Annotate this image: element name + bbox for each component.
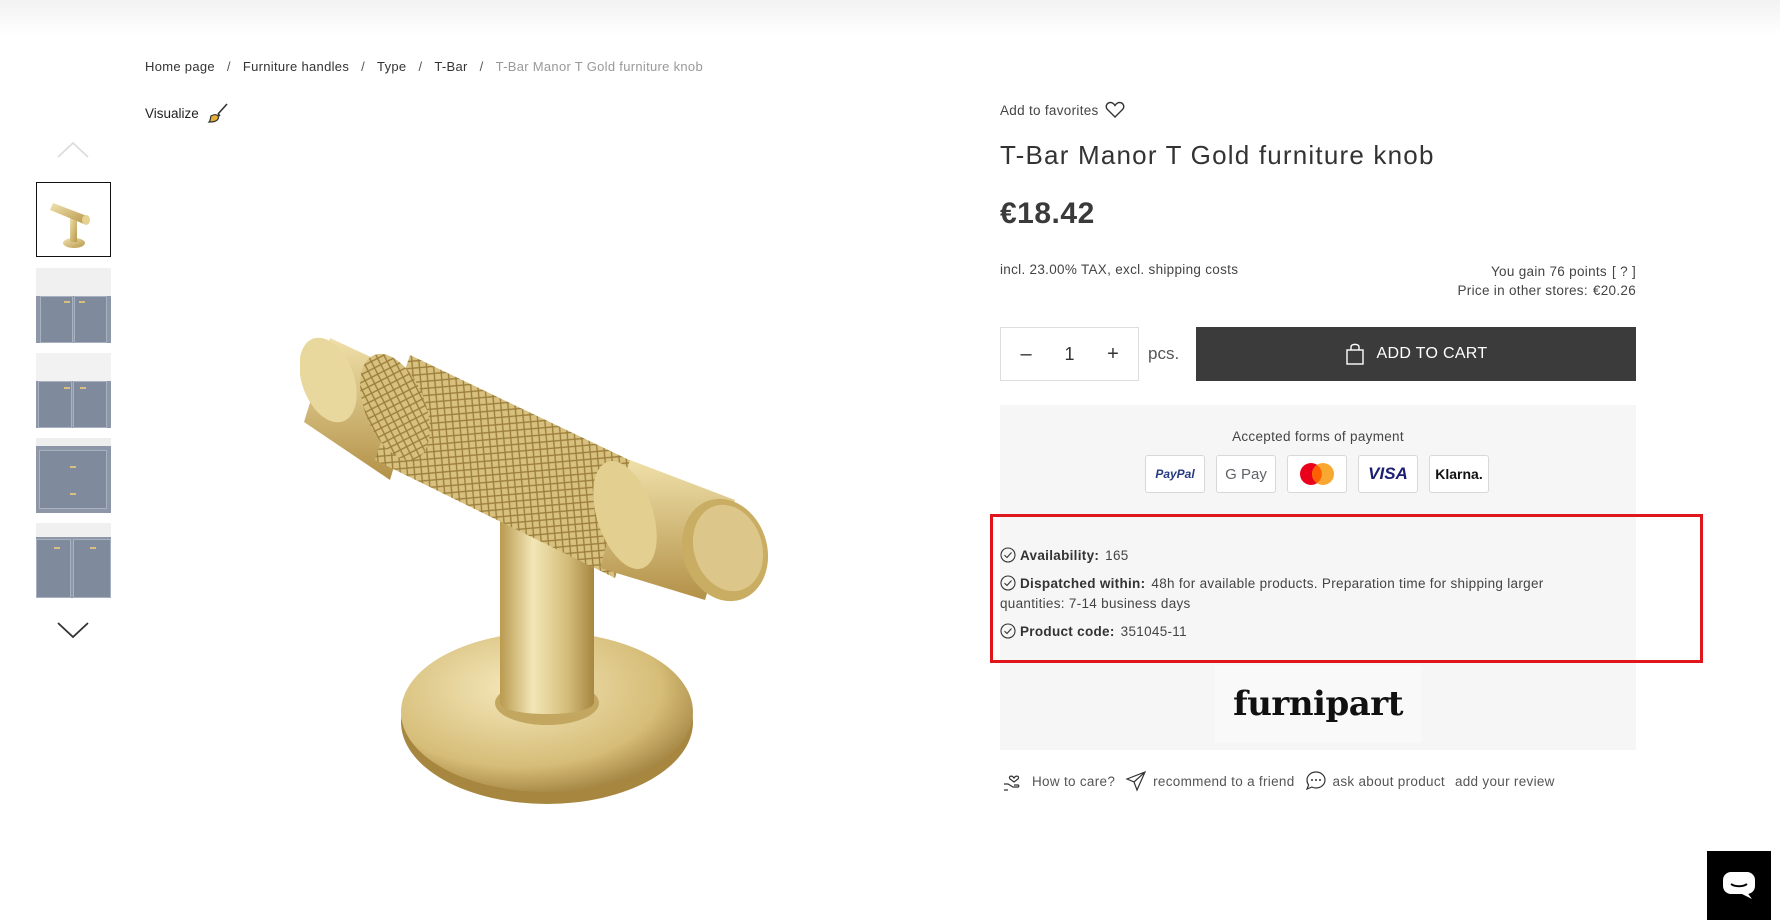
- thumbnail-cabinet-drawer[interactable]: [36, 523, 111, 598]
- dispatch-value-continued: quantities: 7-14 business days: [1000, 596, 1191, 611]
- paper-plane-icon: [1125, 770, 1147, 792]
- paint-brush-icon: [207, 103, 228, 123]
- check-circle-icon: [1000, 575, 1016, 591]
- chevron-down-icon[interactable]: [56, 620, 90, 640]
- product-info-highlight: Availability: 165 Dispatched within: 48h f…: [990, 514, 1703, 663]
- add-to-cart-button[interactable]: ADD TO CART: [1196, 327, 1636, 381]
- chat-icon: [1723, 871, 1755, 899]
- breadcrumb-furniture-handles[interactable]: Furniture handles: [243, 59, 349, 74]
- product-title: T-Bar Manor T Gold furniture knob: [1000, 140, 1435, 170]
- product-main-image: [300, 337, 769, 804]
- breadcrumb-home[interactable]: Home page: [145, 59, 215, 74]
- product-code-row: Product code: 351045-11: [1000, 622, 1187, 642]
- visualize-label: Visualize: [145, 105, 199, 121]
- knob-thumbnail-image: [50, 203, 90, 248]
- quantity-stepper: – +: [1000, 327, 1139, 381]
- add-to-favorites-button[interactable]: Add to favorites: [1000, 101, 1125, 119]
- recommend-label: recommend to a friend: [1153, 773, 1295, 789]
- how-to-care-link[interactable]: How to care?: [1002, 769, 1115, 793]
- visualize-button[interactable]: Visualize: [145, 102, 229, 124]
- add-review-label: add your review: [1454, 773, 1555, 789]
- product-code-label: Product code:: [1020, 624, 1115, 639]
- paypal-logo: PayPal: [1145, 455, 1205, 493]
- how-to-care-label: How to care?: [1032, 773, 1116, 789]
- other-stores-price: €20.26: [1592, 283, 1636, 298]
- hand-heart-icon: [1004, 775, 1020, 791]
- dispatch-label: Dispatched within:: [1020, 576, 1146, 591]
- quantity-input[interactable]: [1049, 343, 1090, 365]
- check-circle-icon: [1000, 623, 1016, 639]
- product-price: €18.42: [1000, 197, 1095, 230]
- visa-logo: VISA: [1358, 455, 1418, 493]
- other-stores-label: Price in other stores:: [1457, 283, 1588, 298]
- thumbnail-kitchen-1[interactable]: [36, 268, 111, 343]
- breadcrumb-separator: /: [361, 59, 366, 74]
- payment-label: Accepted forms of payment: [1232, 429, 1404, 444]
- quantity-decrease-button[interactable]: –: [1015, 343, 1037, 366]
- breadcrumb-separator: /: [479, 59, 484, 74]
- add-to-favorites-label: Add to favorites: [1000, 102, 1099, 118]
- breadcrumb-current: T-Bar Manor T Gold furniture knob: [495, 59, 703, 74]
- breadcrumb-t-bar[interactable]: T-Bar: [434, 59, 467, 74]
- thumbnail-kitchen-2[interactable]: [36, 353, 111, 428]
- points-text: You gain 76 points: [1490, 264, 1607, 279]
- breadcrumb: Home page / Furniture handles / Type / T…: [145, 59, 703, 74]
- header-fade: [0, 0, 1780, 36]
- points-info: You gain 76 points [ ? ] Price in other …: [1458, 262, 1637, 300]
- availability-label: Availability:: [1020, 548, 1100, 563]
- tax-note: incl. 23.00% TAX, excl. shipping costs: [1000, 262, 1239, 277]
- breadcrumb-type[interactable]: Type: [377, 59, 406, 74]
- thumbnail-product[interactable]: [36, 182, 111, 257]
- heart-icon: [1105, 101, 1125, 118]
- dispatch-value: 48h for available products. Preparation …: [1151, 576, 1544, 591]
- thumbnail-cabinet-doors[interactable]: [36, 438, 111, 513]
- klarna-logo: Klarna.: [1429, 455, 1489, 493]
- availability-value: 165: [1105, 548, 1129, 563]
- check-circle-icon: [1000, 547, 1016, 563]
- mastercard-logo: [1287, 455, 1347, 493]
- quantity-increase-button[interactable]: +: [1102, 343, 1124, 366]
- dispatch-row: Dispatched within: 48h for available prod…: [1000, 574, 1640, 614]
- availability-row: Availability: 165: [1000, 546, 1129, 566]
- add-to-cart-label: ADD TO CART: [1376, 345, 1488, 362]
- google-pay-logo: G Pay: [1216, 455, 1276, 493]
- shopping-bag-icon: [1345, 343, 1364, 365]
- chat-bubble-icon: [1305, 771, 1326, 791]
- product-actions: How to care? recommend to a friend ask a…: [1002, 769, 1565, 793]
- chat-widget-button[interactable]: [1707, 851, 1771, 920]
- brand-name: furnipart: [1233, 684, 1403, 724]
- ask-about-product-link[interactable]: ask about product: [1305, 770, 1445, 792]
- recommend-link[interactable]: recommend to a friend: [1125, 770, 1294, 792]
- breadcrumb-separator: /: [418, 59, 423, 74]
- ask-about-product-label: ask about product: [1332, 773, 1445, 789]
- add-review-link[interactable]: add your review: [1455, 774, 1555, 789]
- quantity-unit: pcs.: [1148, 344, 1180, 363]
- product-code-value: 351045-11: [1120, 624, 1187, 639]
- breadcrumb-separator: /: [226, 59, 231, 74]
- brand-logo[interactable]: furnipart: [1215, 665, 1421, 743]
- chevron-up-icon[interactable]: [56, 140, 90, 160]
- points-help-link[interactable]: [ ? ]: [1612, 262, 1636, 281]
- payment-logos: PayPal G Pay VISA Klarna.: [1145, 455, 1489, 493]
